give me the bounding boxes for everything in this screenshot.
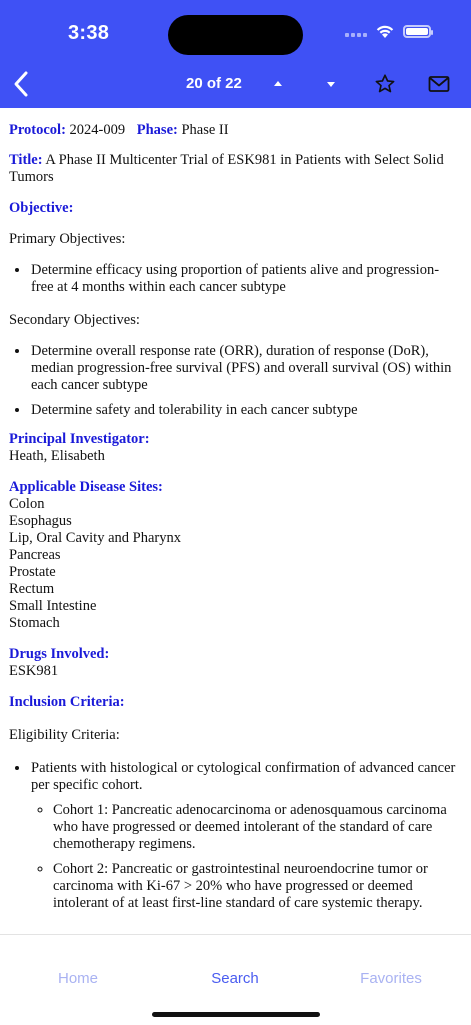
favorite-star-icon[interactable] [374,73,396,95]
list-item: Lip, Oral Cavity and Pharynx [9,530,181,546]
cellular-signal-icon [345,27,367,37]
battery-icon [403,25,433,38]
primary-objectives-label: Primary Objectives: [9,231,126,247]
investigator-name: Heath, Elisabeth [9,448,105,464]
secondary-objectives-label: Secondary Objectives: [9,312,140,328]
tab-home[interactable]: Home [18,970,138,987]
objective-heading: Objective: [9,200,74,216]
phase-label: Phase: [136,122,178,138]
home-indicator[interactable] [152,1012,320,1017]
list-item: Determine overall response rate (ORR), d… [30,343,461,394]
tab-search[interactable]: Search [175,970,295,987]
protocol-row: Protocol: 2024-009 Phase: Phase II [9,122,461,139]
back-chevron-icon[interactable] [10,70,32,98]
investigator-heading: Principal Investigator: [9,431,150,447]
inclusion-criteria-list: Patients with histological or cytologica… [9,760,461,912]
list-item: Stomach [9,615,60,631]
disease-sites-heading: Applicable Disease Sites: [9,479,163,495]
record-counter: 20 of 22 [186,75,242,92]
criterion-text: Patients with histological or cytologica… [31,760,456,793]
list-item: Rectum [9,581,55,597]
list-item: Cohort 1: Pancreatic adenocarcinoma or a… [53,802,461,853]
list-item: Colon [9,496,45,512]
protocol-number: 2024-009 [69,122,126,138]
list-item: Esophagus [9,513,72,529]
next-record-icon[interactable] [324,79,338,89]
app-header: 3:38 20 of 22 [0,0,471,108]
list-item: Small Intestine [9,598,97,614]
primary-objectives-list: Determine efficacy using proportion of p… [9,262,461,296]
cohort-list: Cohort 1: Pancreatic adenocarcinoma or a… [31,802,461,912]
wifi-icon [376,25,394,38]
list-item: Determine efficacy using proportion of p… [30,262,461,296]
secondary-objectives-list: Determine overall response rate (ORR), d… [9,343,461,419]
list-item: Patients with histological or cytologica… [30,760,461,912]
trial-title: A Phase II Multicenter Trial of ESK981 i… [9,152,444,185]
list-item: Prostate [9,564,56,580]
previous-record-icon[interactable] [271,79,285,89]
title-label: Title: [9,152,43,168]
tab-bar: Home Search Favorites [0,934,471,1025]
list-item: Cohort 2: Pancreatic or gastrointestinal… [53,861,461,912]
list-item: Determine safety and tolerability in eac… [30,402,461,419]
status-icons [345,24,433,39]
protocol-label: Protocol: [9,122,66,138]
title-row: Title: A Phase II Multicenter Trial of E… [9,152,461,186]
status-time: 3:38 [68,22,110,44]
protocol-detail: Protocol: 2024-009 Phase: Phase II Title… [9,108,461,934]
dynamic-island [168,15,303,55]
tab-favorites[interactable]: Favorites [331,970,451,987]
list-item: Pancreas [9,547,61,563]
phase-value: Phase II [181,122,229,138]
eligibility-criteria-label: Eligibility Criteria: [9,727,120,743]
disease-sites-list: Colon Esophagus Lip, Oral Cavity and Pha… [9,496,461,632]
drugs-heading: Drugs Involved: [9,646,110,662]
email-icon[interactable] [428,75,450,93]
drug-name: ESK981 [9,663,59,679]
inclusion-criteria-heading: Inclusion Criteria: [9,694,125,710]
